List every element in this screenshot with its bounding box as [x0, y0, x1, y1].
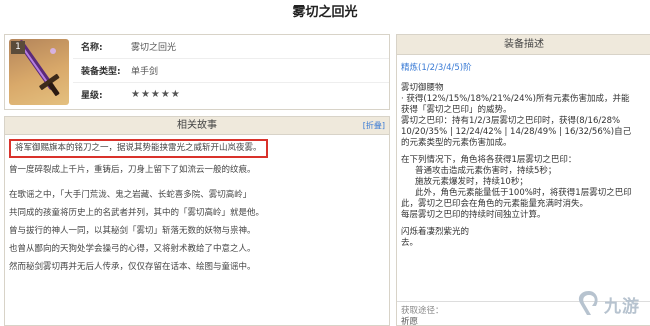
- description-line: 获得「雾切之巴印」的威势。: [401, 105, 512, 115]
- story-heading: 相关故事: [177, 120, 217, 131]
- description-heading: 装备描述: [397, 35, 650, 55]
- refinement-levels: 精炼(1/2/3/4/5)阶: [401, 63, 472, 73]
- description-line: 的元素类型的元素伤害加成。: [401, 138, 512, 148]
- description-line: 此，雾切之巴印会在角色的元素能量充满时消失。: [401, 199, 589, 209]
- description-line: 闪烁着凄烈紫光的: [401, 227, 470, 237]
- story-line: 共同成的孩童将历史上的名武者并列，其中的「雾切高岭」就是他。: [9, 208, 265, 218]
- fold-link[interactable]: [折叠]: [363, 117, 385, 134]
- description-panel: 装备描述 精炼(1/2/3/4/5)阶 雾切御腰物 · 获得(12%/15%/18…: [396, 34, 650, 326]
- info-label: 装备类型:: [81, 67, 121, 77]
- description-line: 雾切之巴印：持有1/2/3层雾切之巴印时，获得(8/16/28%: [401, 116, 621, 126]
- story-line: 曾与拔行的神人一同，以其秘剑「雾切」斩落无数的妖物与祟神。: [9, 226, 256, 236]
- info-row-type: 装备类型: 单手剑: [73, 59, 389, 83]
- story-line: 在歌谣之中，「大手门荒泷、鬼之岩藏、长蛇喜多院、雾切高岭」: [9, 190, 252, 200]
- story-line: 也曾从鄙向的天狗处学会操弓的心得，又将射术教给了中意之人。: [9, 244, 256, 254]
- story-line: 然而秘剑雾切再并无后人传承，仅仅存留在话本、绘图与童谣中。: [9, 262, 256, 272]
- watermark-logo: 九游: [574, 288, 648, 322]
- description-line: 10/20/35% | 12/24/42% | 14/28/49% | 16/3…: [401, 127, 632, 137]
- highlighted-story-line: 将军御赐旗本的铭刀之一，据说其势能挟雷光之威斩开山岚夜雾。: [9, 139, 268, 158]
- nine-game-logo-icon: [578, 291, 598, 315]
- description-line: 去。: [401, 238, 419, 248]
- info-value: 雾切之回光: [131, 43, 177, 53]
- description-line: · 获得(12%/15%/18%/21%/24%)所有元素伤害加成，并能: [401, 94, 630, 104]
- info-label: 名称:: [81, 43, 103, 53]
- description-line: 普通攻击造成元素伤害时，持续5秒；: [415, 166, 557, 176]
- description-line: 在下列情况下，角色将各获得1层雾切之巴印：: [401, 155, 577, 165]
- info-value: 单手剑: [131, 67, 159, 77]
- story-panel: 相关故事 [折叠] 将军御赐旗本的铭刀之一，据说其势能挟雷光之威斩开山岚夜雾。 …: [4, 116, 390, 326]
- watermark-text: 九游: [604, 297, 640, 317]
- refinement-badge: 1: [11, 41, 25, 54]
- rarity-stars: ★★★★★: [131, 89, 181, 100]
- description-line: 此外，角色元素能量低于100%时，将获得1层雾切之巴印: [415, 188, 632, 198]
- item-info-card: 1 名称: 雾切之回光 装备类型: 单手剑 星级: ★★★★★: [4, 34, 390, 110]
- description-line: 施放元素爆发时，持续10秒；: [415, 177, 528, 187]
- info-row-name: 名称: 雾切之回光: [73, 35, 389, 59]
- info-label: 星级:: [81, 91, 103, 101]
- story-header: 相关故事 [折叠]: [5, 117, 389, 135]
- weapon-image: 1: [9, 39, 69, 105]
- description-line: 每层雾切之巴印的持续时间独立计算。: [401, 210, 546, 220]
- story-line: 曾一度碎裂成上千片，重铸后，刀身上留下了如流云一般的纹痕。: [9, 165, 256, 175]
- description-line: 雾切御腰物: [401, 83, 444, 93]
- info-row-rarity: 星级: ★★★★★: [73, 83, 389, 106]
- page-title: 雾切之回光: [292, 5, 358, 20]
